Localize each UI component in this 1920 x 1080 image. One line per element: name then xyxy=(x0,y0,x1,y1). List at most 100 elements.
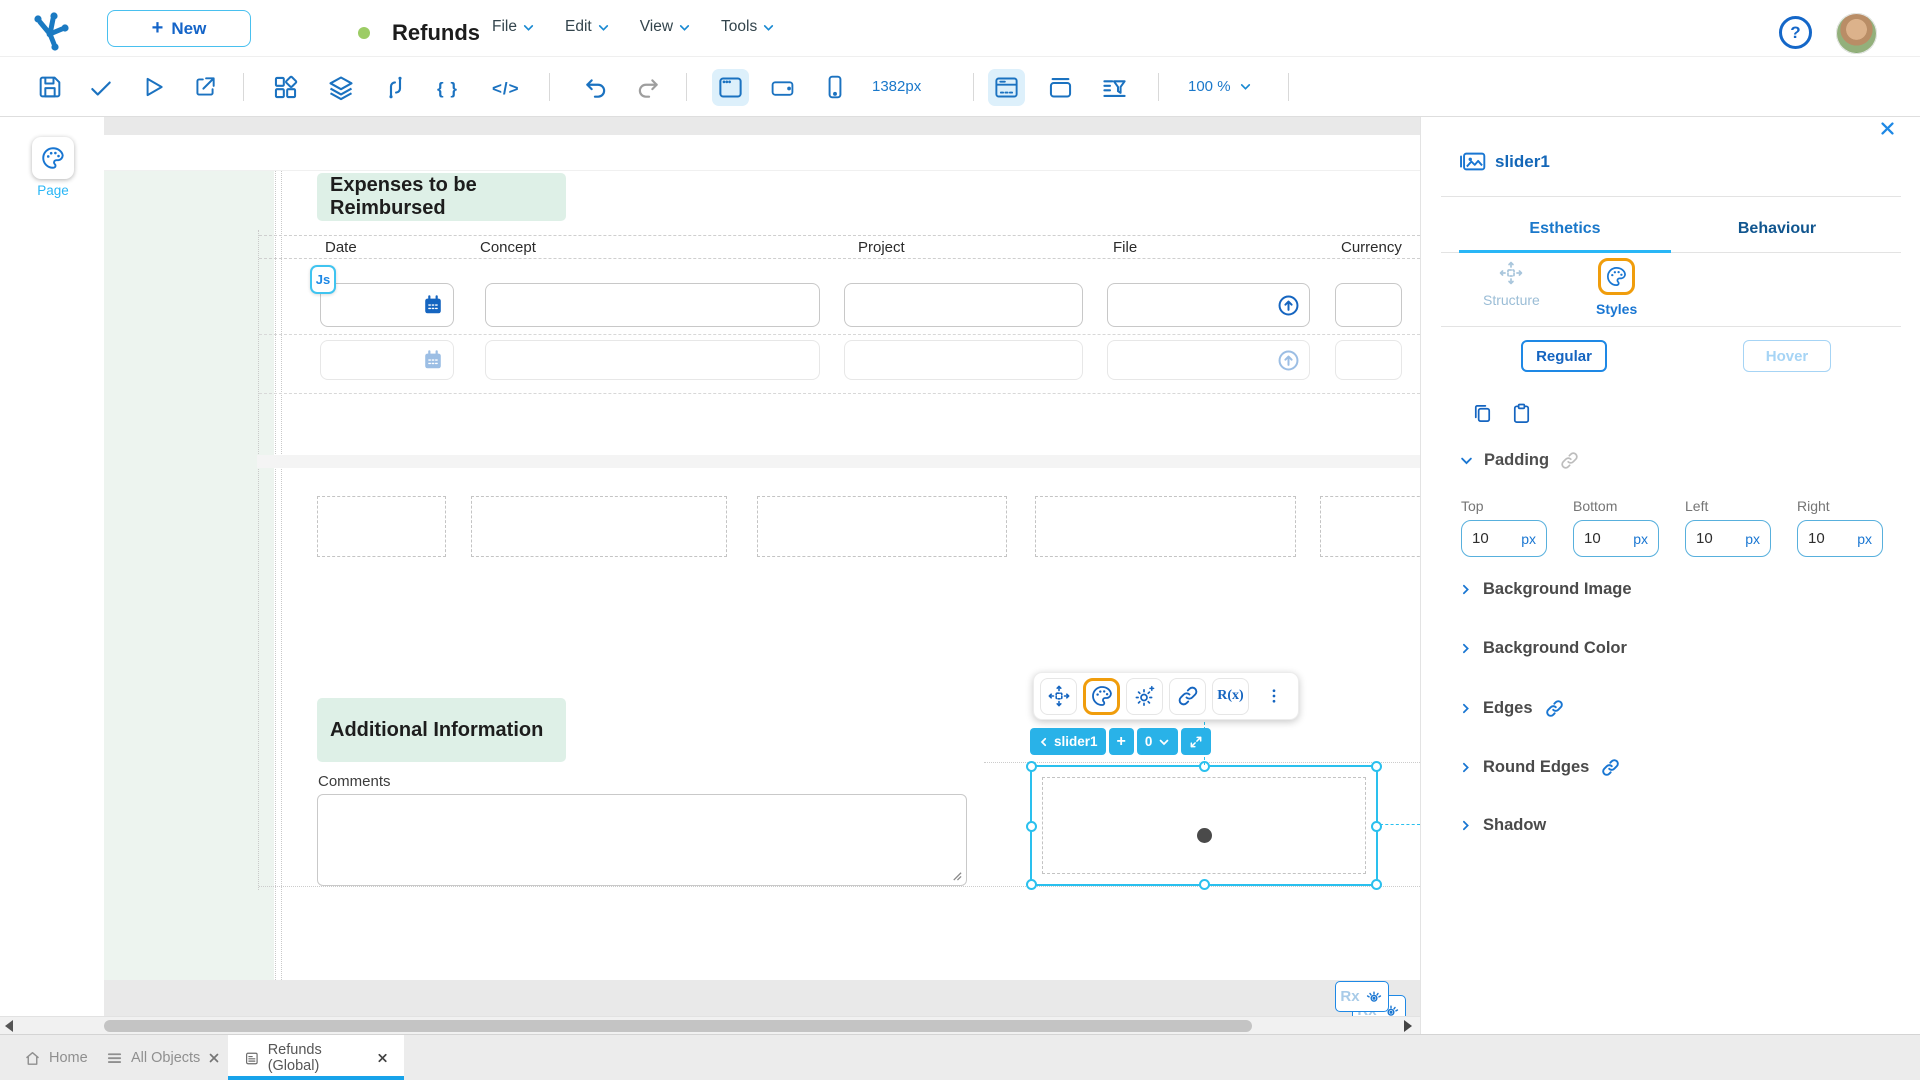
filter-funnel-icon[interactable] xyxy=(1101,74,1128,101)
padding-right-input[interactable] xyxy=(1808,530,1842,547)
resize-handle-nw[interactable] xyxy=(1026,761,1037,772)
empty-cell[interactable] xyxy=(1035,496,1296,557)
date-input-row2[interactable] xyxy=(320,340,454,380)
padding-top-input[interactable] xyxy=(1472,530,1506,547)
project-input-row2[interactable] xyxy=(844,340,1083,380)
padding-bottom-input[interactable] xyxy=(1584,530,1618,547)
empty-cell[interactable] xyxy=(317,496,446,557)
subtab-styles[interactable]: Styles xyxy=(1596,258,1637,317)
accordion-edges[interactable]: Edges xyxy=(1459,698,1565,719)
accordion-round-edges[interactable]: Round Edges xyxy=(1459,757,1621,778)
help-icon[interactable]: ? xyxy=(1779,16,1812,49)
undo-icon[interactable] xyxy=(583,75,609,101)
scrollbar-thumb[interactable] xyxy=(104,1020,1252,1032)
currency-input[interactable] xyxy=(1335,283,1402,327)
close-icon[interactable] xyxy=(1879,120,1896,137)
zoom-control[interactable]: 100 % xyxy=(1188,78,1252,95)
section-title-block[interactable]: Expenses to be Reimbursed xyxy=(317,173,566,221)
layout-frame-icon[interactable] xyxy=(1047,74,1074,101)
menu-view[interactable]: View xyxy=(640,18,691,36)
accordion-shadow[interactable]: Shadow xyxy=(1459,816,1546,835)
resize-handle-ne[interactable] xyxy=(1371,761,1382,772)
layers-icon[interactable] xyxy=(327,74,355,102)
accordion-background-color[interactable]: Background Color xyxy=(1459,639,1627,658)
validate-icon[interactable] xyxy=(88,75,114,101)
redo-icon[interactable] xyxy=(635,75,661,101)
section-title-block[interactable]: Additional Information xyxy=(317,698,566,762)
paste-style-icon[interactable] xyxy=(1510,402,1533,425)
widget-link-button[interactable] xyxy=(1169,678,1206,715)
widget-rules-button[interactable]: R(x) xyxy=(1212,678,1249,715)
js-code-badge[interactable]: Js xyxy=(310,265,336,294)
close-icon[interactable] xyxy=(377,1052,388,1064)
code-icon[interactable]: </> xyxy=(492,79,520,99)
state-hover-button[interactable]: Hover xyxy=(1743,340,1831,372)
comments-textarea[interactable] xyxy=(317,794,967,886)
slider-dot xyxy=(1197,828,1212,843)
connections-icon[interactable] xyxy=(382,74,409,101)
table-header-row[interactable]: Date Concept Project File Currency xyxy=(259,235,1420,259)
empty-cell[interactable] xyxy=(1320,496,1420,557)
padding-left-input[interactable] xyxy=(1696,530,1730,547)
scroll-left-arrow[interactable] xyxy=(5,1020,13,1032)
widget-more-button[interactable] xyxy=(1255,678,1292,715)
padding-section-header[interactable]: Padding xyxy=(1459,450,1580,471)
page-surface[interactable]: Expenses to be Reimbursed Date Concept P… xyxy=(104,135,1420,980)
scroll-right-arrow[interactable] xyxy=(1404,1020,1412,1032)
app-logo-icon[interactable] xyxy=(26,6,74,54)
resize-handle-sw[interactable] xyxy=(1026,879,1037,890)
empty-cell[interactable] xyxy=(471,496,727,557)
widget-settings-button[interactable] xyxy=(1126,678,1163,715)
concept-input[interactable] xyxy=(485,283,820,327)
file-input-row2[interactable] xyxy=(1107,340,1310,380)
resize-handle-s[interactable] xyxy=(1199,879,1210,890)
save-icon[interactable] xyxy=(36,73,64,101)
project-input[interactable] xyxy=(844,283,1083,327)
tab-refunds-global[interactable]: Refunds (Global) xyxy=(228,1035,404,1080)
viewport-tablet-icon[interactable] xyxy=(770,76,795,101)
tab-esthetics[interactable]: Esthetics xyxy=(1459,220,1671,238)
menu-file[interactable]: File xyxy=(492,18,535,36)
calendar-icon[interactable] xyxy=(422,294,444,316)
styles-palette-button[interactable] xyxy=(1083,678,1120,715)
menu-tools[interactable]: Tools xyxy=(721,18,775,36)
close-icon[interactable] xyxy=(208,1052,220,1064)
accordion-background-image[interactable]: Background Image xyxy=(1459,580,1632,599)
resize-handle-e[interactable] xyxy=(1371,821,1382,832)
page-styles-button[interactable] xyxy=(32,137,74,179)
preview-play-icon[interactable] xyxy=(140,74,166,100)
layout-header-icon[interactable] xyxy=(993,74,1020,101)
selected-slider-widget[interactable] xyxy=(1030,765,1378,886)
braces-icon[interactable]: { } xyxy=(437,79,458,99)
tab-all-objects[interactable]: All Objects xyxy=(106,1035,220,1080)
export-icon[interactable] xyxy=(192,74,218,100)
date-input[interactable] xyxy=(320,283,454,327)
structure-move-button[interactable] xyxy=(1040,678,1077,715)
copy-style-icon[interactable] xyxy=(1471,402,1494,425)
file-input[interactable] xyxy=(1107,283,1310,327)
breadcrumb-index-chip[interactable]: 0 xyxy=(1137,728,1179,755)
rx-visibility-badge[interactable]: Rx xyxy=(1335,981,1389,1012)
empty-cell[interactable] xyxy=(757,496,1007,557)
widgets-icon[interactable] xyxy=(272,74,299,101)
calendar-icon xyxy=(422,349,444,371)
breadcrumb-expand-chip[interactable] xyxy=(1181,728,1211,755)
currency-input-row2[interactable] xyxy=(1335,340,1402,380)
state-regular-button[interactable]: Regular xyxy=(1521,340,1607,372)
new-button[interactable]: + New xyxy=(107,10,251,47)
breadcrumb-element-chip[interactable]: slider1 xyxy=(1030,728,1106,755)
resize-handle[interactable] xyxy=(951,870,962,881)
tab-home[interactable]: Home xyxy=(24,1035,88,1080)
viewport-desktop-icon[interactable] xyxy=(717,74,744,101)
resize-handle-se[interactable] xyxy=(1371,879,1382,890)
resize-handle-w[interactable] xyxy=(1026,821,1037,832)
viewport-mobile-icon[interactable] xyxy=(822,74,848,100)
canvas-horizontal-scrollbar[interactable] xyxy=(0,1016,1420,1034)
subtab-structure[interactable]: Structure xyxy=(1483,260,1540,308)
upload-icon[interactable] xyxy=(1276,293,1301,318)
menu-edit[interactable]: Edit xyxy=(565,18,610,36)
tab-behaviour[interactable]: Behaviour xyxy=(1671,220,1883,238)
avatar[interactable] xyxy=(1836,13,1877,54)
breadcrumb-add-chip[interactable]: + xyxy=(1109,728,1134,755)
concept-input-row2[interactable] xyxy=(485,340,820,380)
